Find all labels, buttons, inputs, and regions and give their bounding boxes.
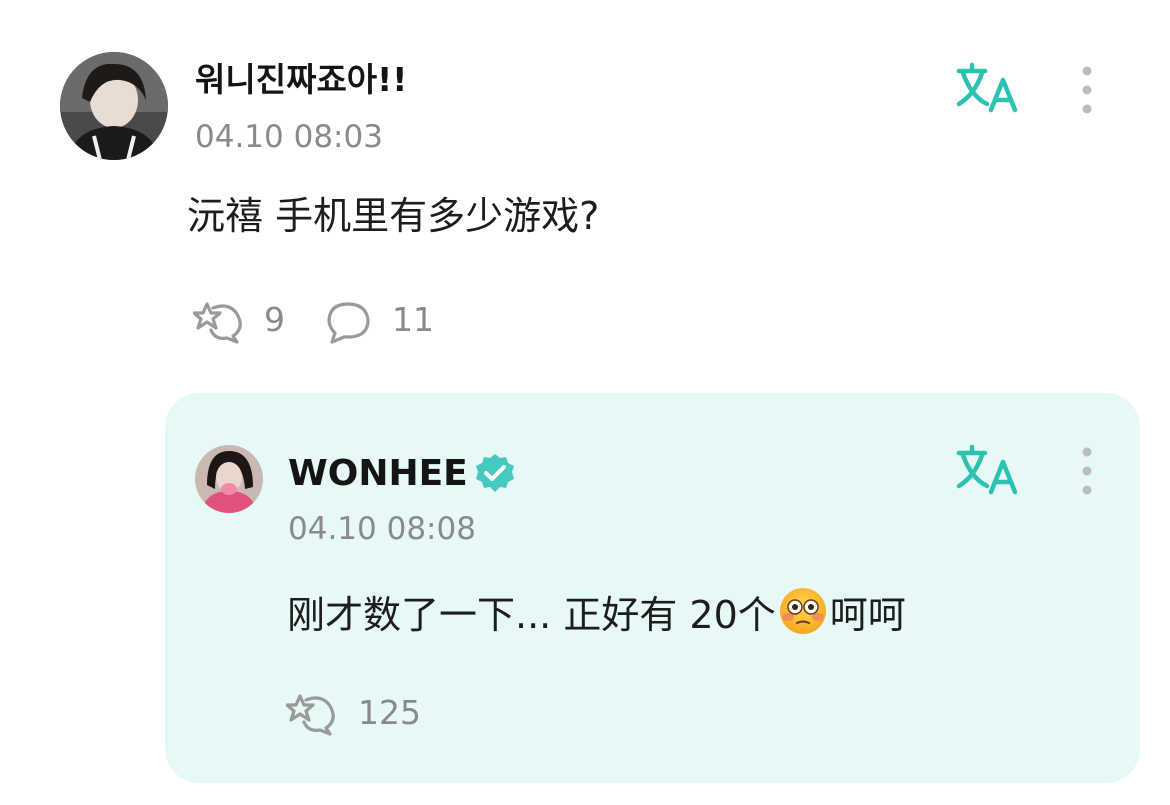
post-text: 沅禧 手机里有多少游戏? xyxy=(187,194,600,238)
reply-translate-icon[interactable] xyxy=(955,444,1019,496)
comment-icon[interactable] xyxy=(326,300,372,344)
verified-badge-icon xyxy=(474,452,516,494)
reply-text-before-emoji: 刚才数了一下... 正好有 20个 xyxy=(287,593,776,637)
post-comment-count: 11 xyxy=(392,300,434,339)
post-author[interactable]: 워니진짜죠아!! xyxy=(195,60,407,100)
reply-like-icon[interactable] xyxy=(286,692,338,736)
reply-timestamp: 04.10 08:08 xyxy=(288,511,476,547)
post-more-icon[interactable] xyxy=(1078,66,1096,114)
post-like-count: 9 xyxy=(264,300,285,339)
reply-author[interactable]: WONHEE xyxy=(288,452,468,496)
reply-text: 刚才数了一下... 正好有 20个 呵呵 xyxy=(287,586,906,640)
reply-more-icon[interactable] xyxy=(1078,447,1096,495)
post-timestamp: 04.10 08:03 xyxy=(195,119,383,155)
reply-text-after-emoji: 呵呵 xyxy=(829,593,906,637)
reply-like-count: 125 xyxy=(358,693,421,732)
post-avatar[interactable] xyxy=(60,52,168,160)
like-icon[interactable] xyxy=(193,300,245,344)
flushed-face-emoji xyxy=(778,586,828,636)
reply-avatar[interactable] xyxy=(195,445,263,513)
translate-icon[interactable] xyxy=(955,62,1019,114)
